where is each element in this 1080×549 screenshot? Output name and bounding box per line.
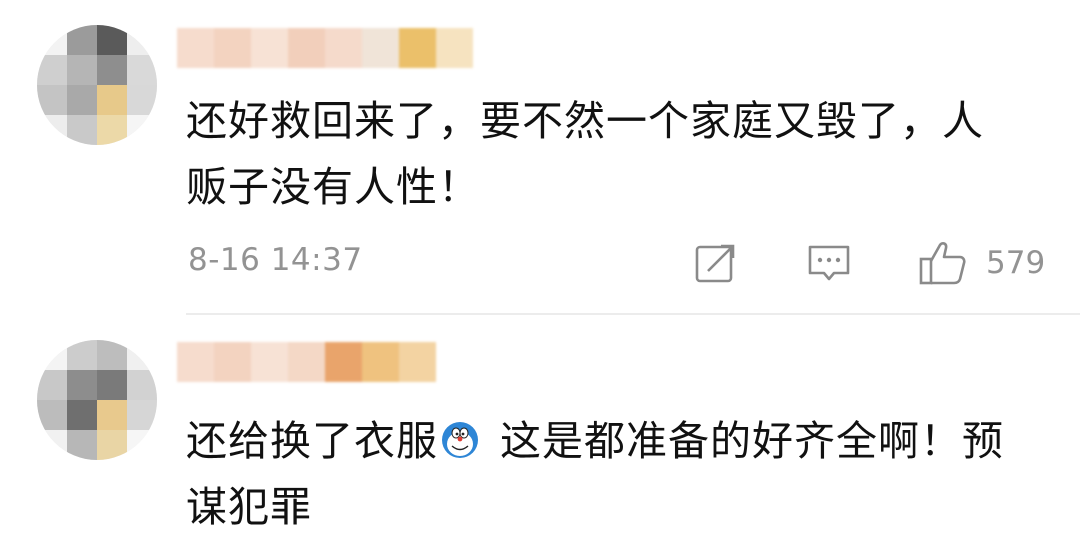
thumbs-up-icon: [919, 242, 966, 285]
avatar[interactable]: [37, 340, 157, 460]
comment-text: 还给换了衣服 这是都准备的好齐全啊！预谋犯罪: [186, 408, 1006, 540]
avatar[interactable]: [37, 25, 157, 145]
username-pixelated[interactable]: [177, 342, 436, 382]
comment-timestamp: 8-16 14:37: [188, 242, 363, 278]
comment-icon: [808, 245, 850, 281]
like-button[interactable]: 579: [918, 238, 1045, 288]
comment-text-part: 还给换了衣服: [186, 417, 438, 465]
divider: [186, 313, 1080, 315]
comment-text: 还好救回来了，要不然一个家庭又毁了，人贩子没有人性！: [186, 97, 984, 211]
comment-feed: 还好救回来了，要不然一个家庭又毁了，人贩子没有人性！ 8-16 14:37 57…: [0, 0, 1080, 549]
share-button[interactable]: [694, 238, 738, 288]
reply-button[interactable]: [806, 238, 852, 288]
share-icon: [695, 244, 735, 283]
comment-item: 还好救回来了，要不然一个家庭又毁了，人贩子没有人性！ 8-16 14:37 57…: [0, 0, 1080, 315]
like-count: 579: [986, 245, 1046, 281]
comment-item: 还给换了衣服 这是都准备的好齐全啊！预谋犯罪: [0, 316, 1080, 549]
doraemon-emoji: [442, 422, 478, 458]
username-pixelated[interactable]: [177, 28, 473, 68]
